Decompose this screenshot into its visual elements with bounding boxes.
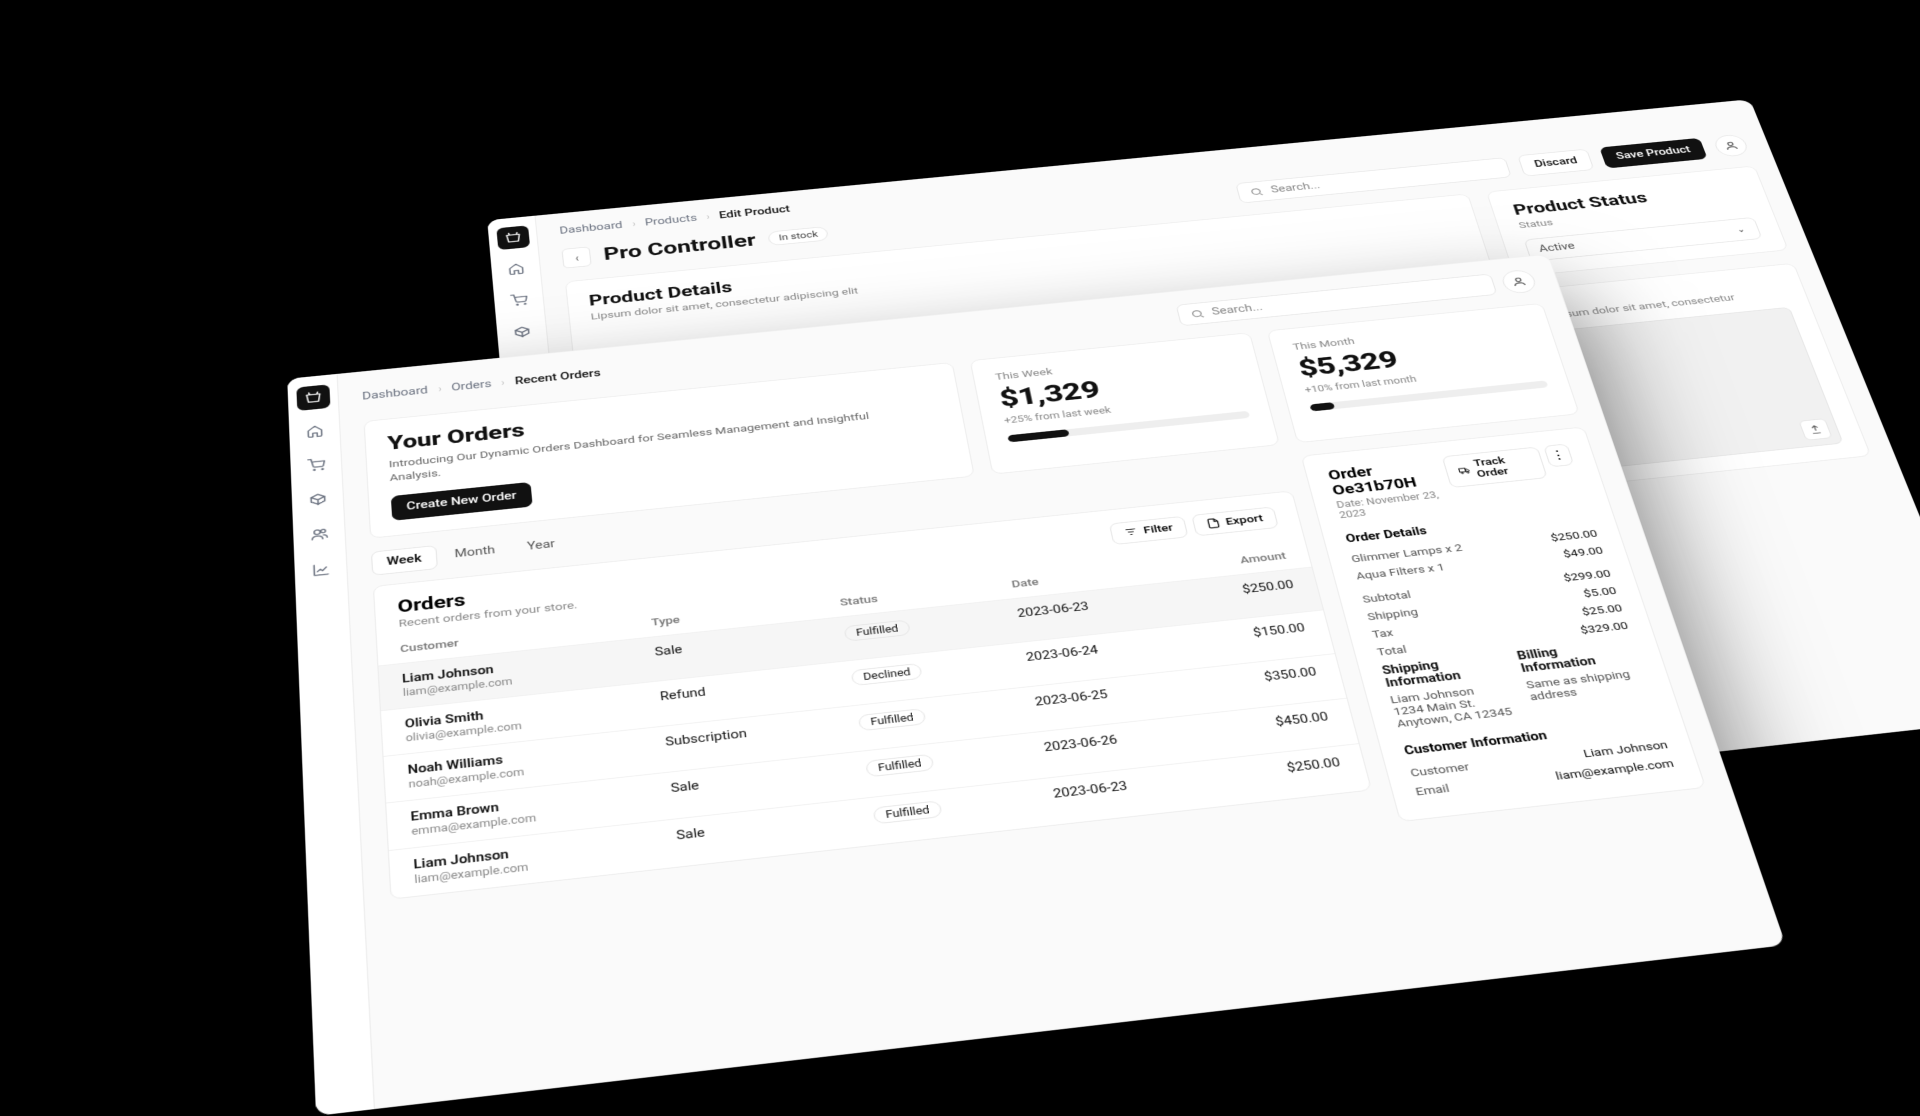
crumb-dashboard[interactable]: Dashboard <box>362 385 428 403</box>
chevron-right-icon: › <box>501 377 505 388</box>
stock-badge: In stock <box>768 226 830 246</box>
discard-button[interactable]: Discard <box>1518 149 1595 177</box>
users-icon[interactable] <box>301 520 336 548</box>
stat-month: This Month $5,329 +10% from last month <box>1266 303 1579 443</box>
line-label: Shipping <box>1366 606 1419 623</box>
status-value: Active <box>1538 241 1577 255</box>
user-avatar[interactable] <box>1712 134 1750 158</box>
line-label: Subtotal <box>1361 589 1412 605</box>
file-icon <box>1205 518 1221 530</box>
status-pill: Fulfilled <box>865 754 934 778</box>
package-icon[interactable] <box>300 485 335 513</box>
back-button[interactable]: ‹ <box>561 246 591 268</box>
crumb-current: Recent Orders <box>514 368 601 387</box>
track-order-button[interactable]: Track Order <box>1441 446 1547 487</box>
package-icon[interactable] <box>504 319 539 345</box>
line-value: $5.00 <box>1582 585 1618 600</box>
orders-window: Dashboard › Orders › Recent Orders Searc… <box>287 254 1786 1116</box>
crumb-current: Edit Product <box>719 204 791 221</box>
logo-icon[interactable] <box>296 384 330 411</box>
status-pill: Fulfilled <box>844 619 911 641</box>
logo-icon[interactable] <box>496 225 530 250</box>
search-placeholder: Search... <box>1270 180 1322 195</box>
crumb-products[interactable]: Products <box>644 213 697 228</box>
upload-icon[interactable] <box>1798 418 1832 440</box>
search-icon <box>1249 186 1265 197</box>
home-icon[interactable] <box>297 417 331 444</box>
filter-label: Filter <box>1142 522 1174 536</box>
line-value: $250.00 <box>1549 528 1599 544</box>
chevron-right-icon: › <box>632 219 636 229</box>
tab-week[interactable]: Week <box>371 545 438 575</box>
crumb-orders[interactable]: Orders <box>451 379 492 394</box>
user-avatar[interactable] <box>1500 269 1539 294</box>
filter-button[interactable]: Filter <box>1109 516 1188 545</box>
chevron-right-icon: › <box>706 212 710 222</box>
status-pill: Declined <box>851 663 923 686</box>
status-pill: Fulfilled <box>858 708 926 731</box>
status-pill: Fulfilled <box>873 800 943 824</box>
create-order-button[interactable]: Create New Order <box>391 482 533 521</box>
save-product-button[interactable]: Save Product <box>1599 138 1707 169</box>
chevron-right-icon: › <box>438 384 442 395</box>
line-label: Email <box>1414 782 1451 798</box>
track-label: Track Order <box>1472 453 1533 480</box>
line-label: Total <box>1376 644 1408 659</box>
stat-week: This Week $1,329 +25% from last week <box>970 332 1280 474</box>
analytics-icon[interactable] <box>303 555 339 584</box>
page-title: Pro Controller <box>603 231 758 265</box>
export-label: Export <box>1224 513 1264 528</box>
more-vertical-icon: ⋮ <box>1548 448 1568 463</box>
cart-icon[interactable] <box>502 287 536 313</box>
search-placeholder: Search... <box>1211 302 1264 318</box>
crumb-dashboard[interactable]: Dashboard <box>559 220 623 236</box>
tab-year[interactable]: Year <box>512 531 570 560</box>
line-value: $49.00 <box>1562 545 1605 560</box>
line-label: Tax <box>1371 627 1395 641</box>
export-button[interactable]: Export <box>1191 506 1278 536</box>
line-value: $299.00 <box>1562 568 1612 584</box>
shipping-heading: Shipping Information <box>1381 659 1463 690</box>
tab-month[interactable]: Month <box>440 537 510 568</box>
cart-icon[interactable] <box>299 451 334 479</box>
filter-icon <box>1123 526 1139 538</box>
search-icon <box>1189 308 1206 319</box>
chevron-down-icon: ⌄ <box>1735 224 1746 235</box>
line-value: $329.00 <box>1579 620 1630 637</box>
billing-heading: Billing Information <box>1516 646 1598 675</box>
order-more-button[interactable]: ⋮ <box>1543 443 1574 467</box>
home-icon[interactable] <box>499 256 533 281</box>
truck-icon <box>1457 465 1471 476</box>
line-value: $25.00 <box>1580 602 1623 618</box>
